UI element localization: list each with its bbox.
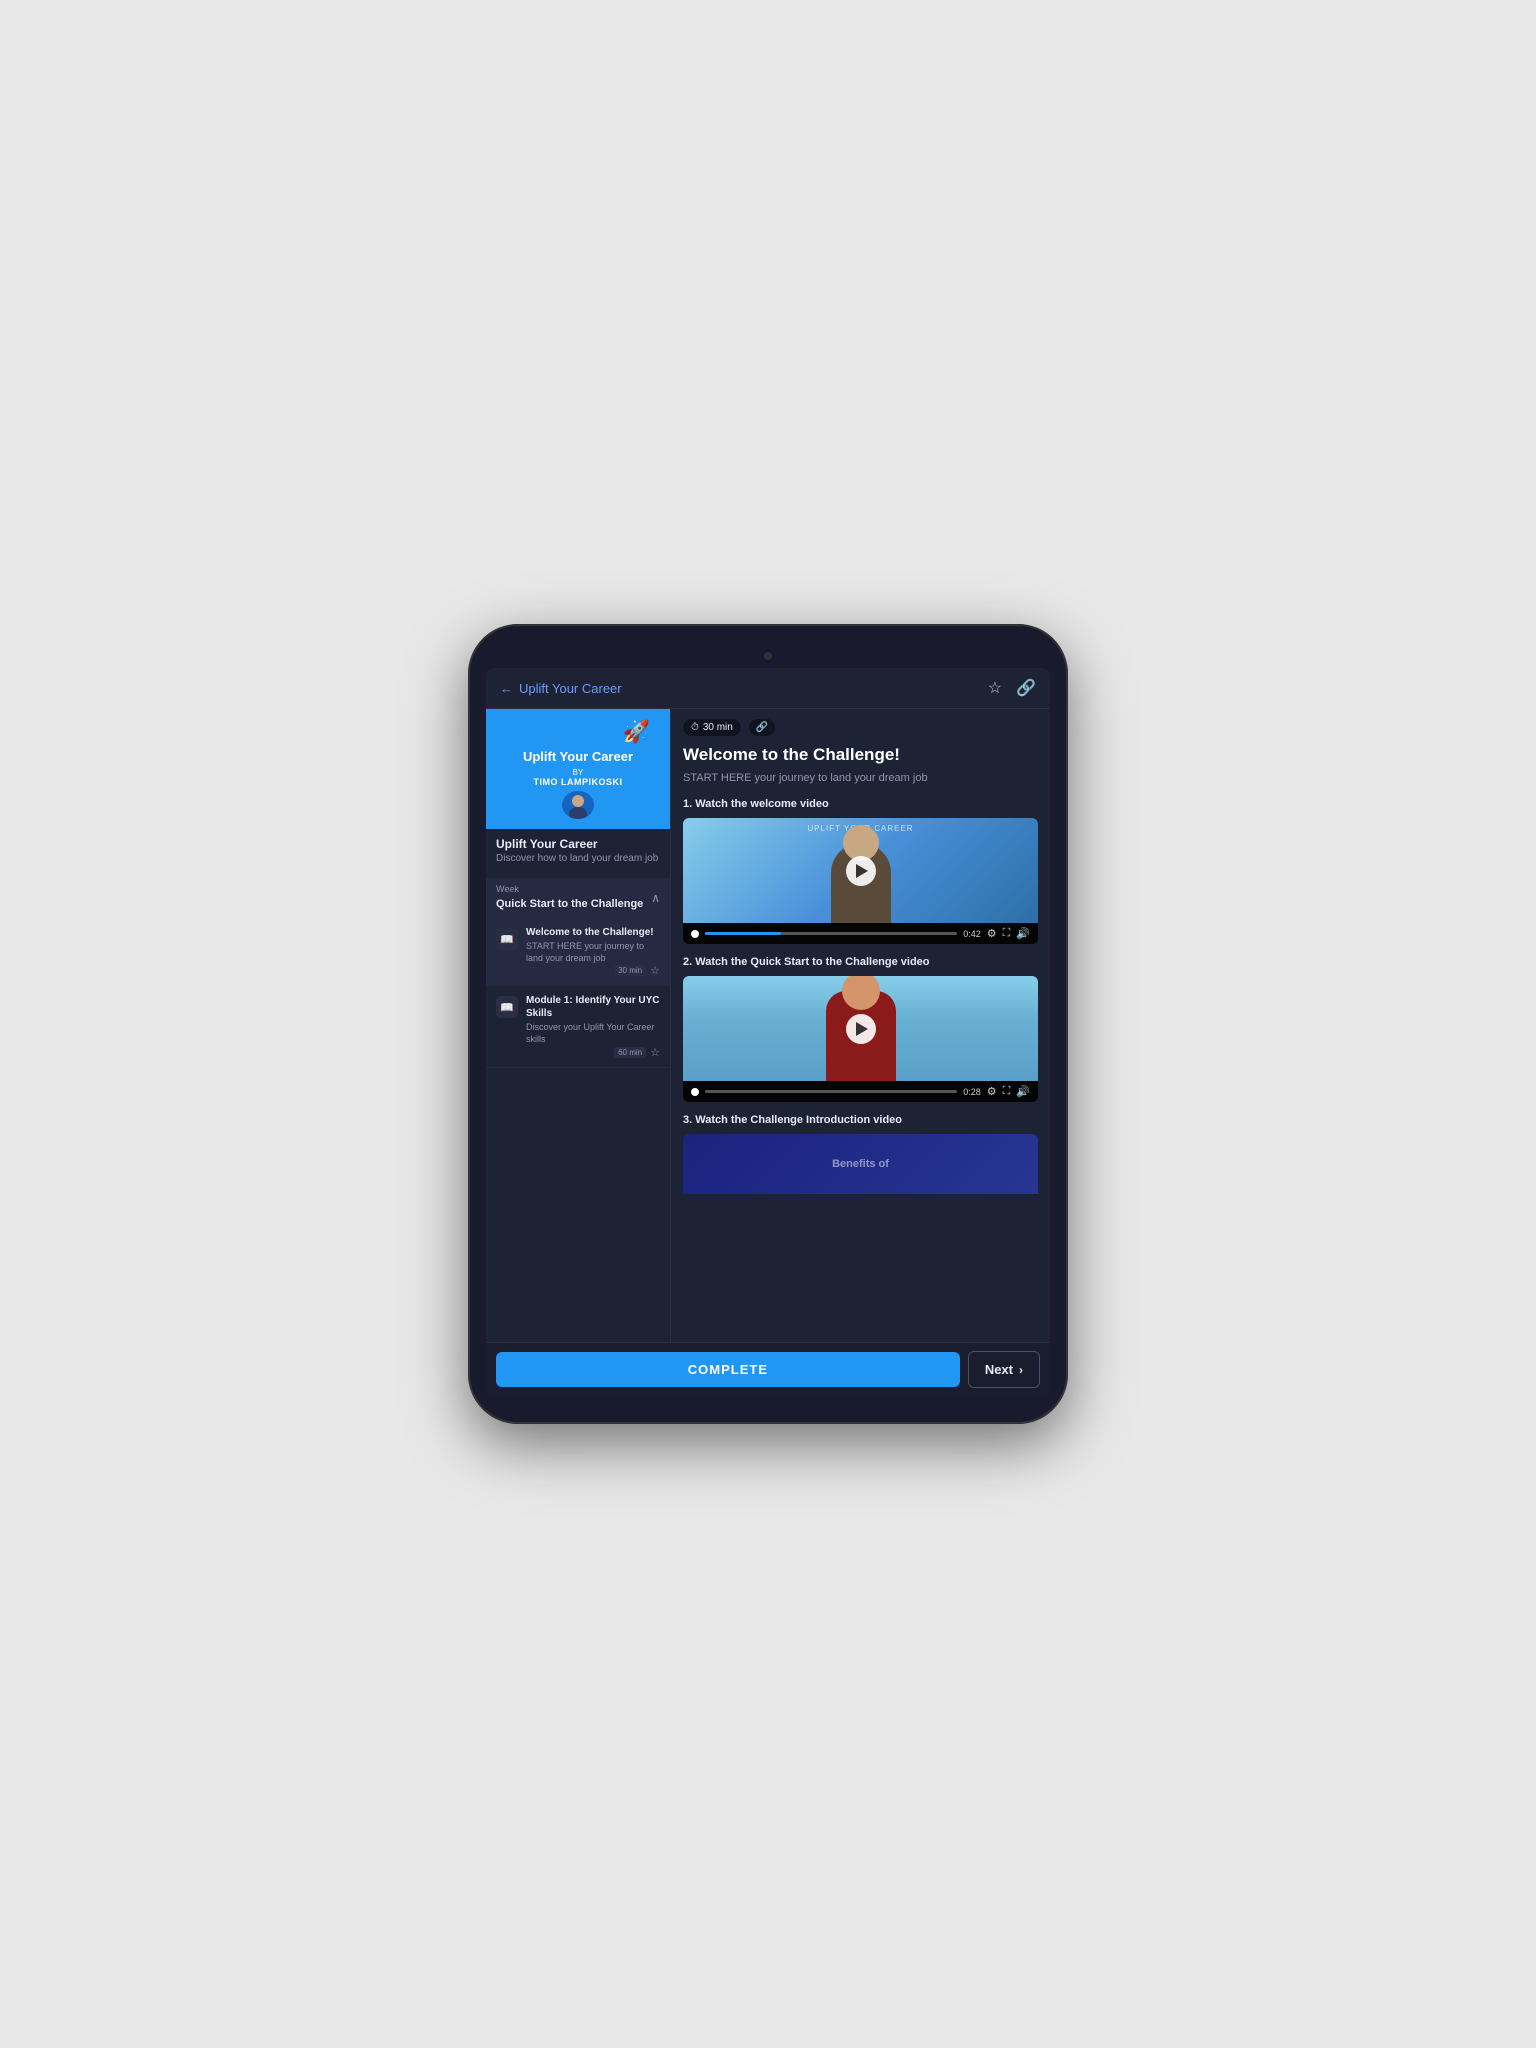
video-time: 0:42 <box>963 929 981 939</box>
week-label: Week <box>496 884 643 894</box>
video-player-1[interactable]: UPLIFT YOUR CAREER <box>683 818 1038 944</box>
video-thumbnail-2 <box>683 976 1038 1081</box>
course-info: Uplift Your Career Discover how to land … <box>486 829 670 872</box>
main-content: 🚀 Uplift Your Career BY TIMO LAMPIKOSKI <box>486 709 1050 1342</box>
cover-by-label: BY <box>573 768 584 777</box>
star-icon[interactable]: ☆ <box>988 678 1002 698</box>
time-value: 30 min <box>703 722 733 733</box>
avatar <box>562 791 594 819</box>
volume-icon[interactable]: 🔊 <box>1016 927 1030 940</box>
course-subtitle: Discover how to land your dream job <box>496 853 660 864</box>
progress-dot-2 <box>691 1088 699 1096</box>
arrow-right-icon: › <box>1019 1363 1023 1377</box>
course-title: Uplift Your Career <box>496 837 660 851</box>
video-controls-2: 0:28 ⚙ ⛶ 🔊 <box>683 1081 1038 1102</box>
book-icon: 📖 <box>500 933 514 946</box>
step3-label: 3. Watch the Challenge Introduction vide… <box>683 1114 1038 1126</box>
rocket-icon: 🚀 <box>623 719 650 745</box>
play-icon <box>856 864 868 878</box>
complete-button[interactable]: COMPLETE <box>496 1352 960 1387</box>
lesson-item[interactable]: 📖 Welcome to the Challenge! START HERE y… <box>486 918 670 986</box>
lesson-duration: 30 min <box>614 965 646 976</box>
play-button[interactable] <box>846 856 876 886</box>
fullscreen-icon-2[interactable]: ⛶ <box>1003 1085 1011 1098</box>
volume-icon-2[interactable]: 🔊 <box>1016 1085 1030 1098</box>
week-section: Week Quick Start to the Challenge ∧ 📖 <box>486 878 670 1068</box>
lesson-star-icon[interactable]: ☆ <box>650 1046 660 1059</box>
play-button-2[interactable] <box>846 1014 876 1044</box>
video-thumbnail-1: UPLIFT YOUR CAREER <box>683 818 1038 923</box>
lesson-item[interactable]: 📖 Module 1: Identify Your UYC Skills Dis… <box>486 986 670 1067</box>
lesson-star-icon[interactable]: ☆ <box>650 964 660 977</box>
link-icon[interactable]: 🔗 <box>1016 678 1036 698</box>
bottom-bar: COMPLETE Next › <box>486 1342 1050 1396</box>
cover-author: TIMO LAMPIKOSKI <box>534 777 623 787</box>
lesson-list: 📖 Welcome to the Challenge! START HERE y… <box>486 918 670 1068</box>
video-ctrl-icons: ⚙ ⛶ 🔊 <box>987 927 1030 940</box>
back-icon: ← <box>500 681 513 696</box>
course-cover: 🚀 Uplift Your Career BY TIMO LAMPIKOSKI <box>486 709 670 829</box>
lesson-icon-wrap: 📖 <box>496 928 518 950</box>
tablet-device: ← Uplift Your Career ☆ 🔗 🚀 Uplift Your C… <box>468 624 1068 1424</box>
next-button[interactable]: Next › <box>968 1351 1040 1388</box>
week-title: Quick Start to the Challenge <box>496 898 643 910</box>
content-meta: ⏱ 30 min 🔗 <box>683 719 1038 736</box>
lesson-duration: 60 min <box>614 1047 646 1058</box>
cover-title: Uplift Your Career <box>523 749 633 766</box>
content-description: START HERE your journey to land your dre… <box>683 771 1038 786</box>
link-badge[interactable]: 🔗 <box>749 719 775 736</box>
book-icon: 📖 <box>500 1001 514 1014</box>
progress-fill <box>705 932 781 935</box>
lesson-name: Welcome to the Challenge! <box>526 926 660 939</box>
left-panel: 🚀 Uplift Your Career BY TIMO LAMPIKOSKI <box>486 709 671 1342</box>
video-controls: 0:42 ⚙ ⛶ 🔊 <box>683 923 1038 944</box>
lesson-meta: 60 min ☆ <box>526 1046 660 1059</box>
tablet-screen: ← Uplift Your Career ☆ 🔗 🚀 Uplift Your C… <box>486 668 1050 1396</box>
time-badge: ⏱ 30 min <box>683 719 741 736</box>
week-header[interactable]: Week Quick Start to the Challenge ∧ <box>486 878 670 918</box>
header-icons: ☆ 🔗 <box>988 678 1036 698</box>
fullscreen-icon[interactable]: ⛶ <box>1003 927 1011 940</box>
lesson-desc: Discover your Uplift Your Career skills <box>526 1022 660 1045</box>
video-time-2: 0:28 <box>963 1087 981 1097</box>
avatar-image <box>563 791 593 819</box>
progress-dot <box>691 930 699 938</box>
progress-bar-2[interactable] <box>705 1090 957 1093</box>
lesson-name: Module 1: Identify Your UYC Skills <box>526 994 660 1020</box>
lesson-meta: 30 min ☆ <box>526 964 660 977</box>
clock-icon: ⏱ <box>691 722 699 733</box>
partial-video-text: Benefits of <box>832 1158 889 1170</box>
progress-bar[interactable] <box>705 932 957 935</box>
settings-icon-2[interactable]: ⚙ <box>987 1085 997 1098</box>
content-title: Welcome to the Challenge! <box>683 744 1038 766</box>
week-info: Week Quick Start to the Challenge <box>496 884 643 912</box>
back-label: Uplift Your Career <box>519 681 622 696</box>
settings-icon[interactable]: ⚙ <box>987 927 997 940</box>
chevron-up-icon: ∧ <box>651 891 660 905</box>
lesson-info: Module 1: Identify Your UYC Skills Disco… <box>526 994 660 1058</box>
lesson-info: Welcome to the Challenge! START HERE you… <box>526 926 660 977</box>
video-ctrl-icons-2: ⚙ ⛶ 🔊 <box>987 1085 1030 1098</box>
step1-label: 1. Watch the welcome video <box>683 798 1038 810</box>
person-head-2 <box>842 976 880 1010</box>
header: ← Uplift Your Career ☆ 🔗 <box>486 668 1050 709</box>
right-panel: ⏱ 30 min 🔗 Welcome to the Challenge! STA… <box>671 709 1050 1342</box>
lesson-desc: START HERE your journey to land your dre… <box>526 941 660 964</box>
next-label: Next <box>985 1362 1013 1377</box>
back-button[interactable]: ← Uplift Your Career <box>500 681 622 696</box>
video-player-3[interactable]: Benefits of <box>683 1134 1038 1194</box>
lesson-icon-wrap: 📖 <box>496 996 518 1018</box>
step2-label: 2. Watch the Quick Start to the Challeng… <box>683 956 1038 968</box>
tablet-camera <box>764 652 772 660</box>
video-player-2[interactable]: 0:28 ⚙ ⛶ 🔊 <box>683 976 1038 1102</box>
play-icon-2 <box>856 1022 868 1036</box>
